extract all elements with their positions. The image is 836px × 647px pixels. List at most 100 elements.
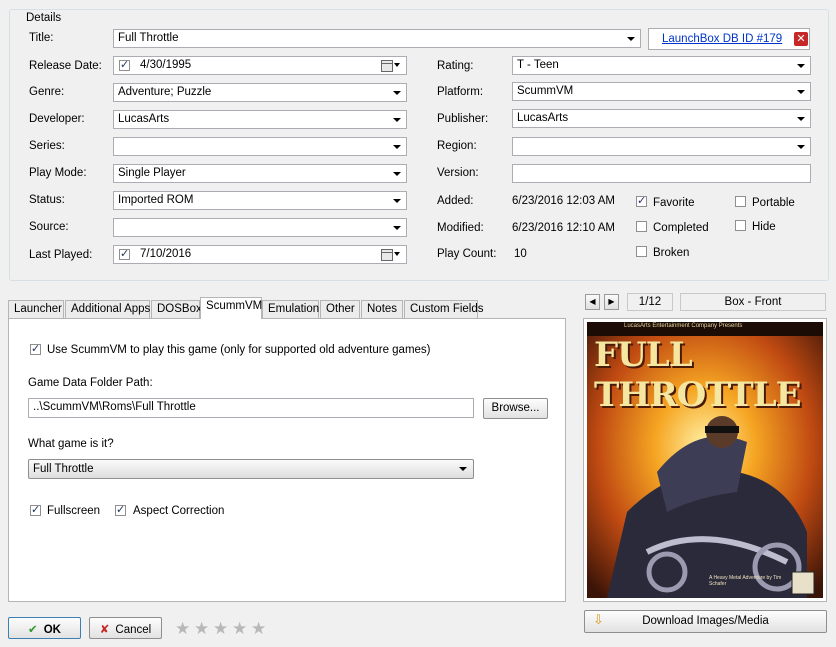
genre-field[interactable]: Adventure; Puzzle — [113, 83, 407, 102]
chevron-down-icon — [459, 467, 467, 471]
genre-value: Adventure; Puzzle — [118, 86, 212, 98]
star-2-icon[interactable]: ★ — [194, 619, 209, 639]
platform-label: Platform: — [437, 86, 484, 98]
play-mode-value: Single Player — [118, 167, 186, 179]
scummvm-panel: Use ScummVM to play this game (only for … — [8, 318, 566, 602]
favorite-checkbox[interactable] — [636, 194, 647, 207]
platform-field[interactable]: ScummVM — [512, 82, 811, 101]
star-4-icon[interactable]: ★ — [232, 619, 247, 639]
status-label: Status: — [29, 194, 65, 206]
release-date-value: 4/30/1995 — [140, 59, 192, 71]
release-date-dropdown-icon[interactable] — [394, 63, 400, 67]
play-mode-label: Play Mode: — [29, 167, 87, 179]
clear-db-id-icon[interactable]: ✕ — [794, 32, 808, 46]
use-scummvm-label: Use ScummVM to play this game (only for … — [47, 344, 431, 356]
region-label: Region: — [437, 140, 477, 152]
completed-checkbox[interactable] — [636, 221, 647, 232]
release-date-field[interactable]: 4/30/1995 — [113, 56, 407, 75]
portable-checkbox[interactable] — [735, 196, 746, 207]
publisher-value: LucasArts — [517, 112, 569, 124]
which-game-value: Full Throttle — [33, 463, 94, 475]
tab-emulation[interactable]: Emulation — [262, 300, 319, 318]
play-count-label: Play Count: — [437, 248, 497, 260]
star-1-icon[interactable]: ★ — [175, 619, 190, 639]
boxart-tagline: A Heavy Metal Adventure by Tim Schafer — [709, 575, 782, 587]
launchbox-db-link[interactable]: LaunchBox DB ID #179 — [662, 33, 782, 45]
db-link-box: LaunchBox DB ID #179 ✕ — [648, 28, 810, 50]
previous-image-button[interactable]: ◀ — [585, 294, 600, 310]
boxart-logo: FULL THROTTLE — [594, 335, 802, 415]
last-played-checkbox[interactable] — [119, 247, 130, 260]
hide-label: Hide — [752, 221, 776, 233]
game-data-folder-input[interactable]: ..\ScummVM\Roms\Full Throttle — [28, 398, 474, 418]
which-game-select[interactable]: Full Throttle — [28, 459, 474, 479]
last-played-label: Last Played: — [29, 249, 93, 261]
developer-field[interactable]: LucasArts — [113, 110, 407, 129]
status-field[interactable]: Imported ROM — [113, 191, 407, 210]
version-label: Version: — [437, 167, 479, 179]
play-mode-field[interactable]: Single Player — [113, 164, 407, 183]
game-data-folder-value: ..\ScummVM\Roms\Full Throttle — [33, 401, 196, 413]
added-label: Added: — [437, 195, 474, 207]
broken-label: Broken — [653, 247, 690, 259]
last-played-dropdown-icon[interactable] — [394, 252, 400, 256]
tab-other[interactable]: Other — [320, 300, 360, 318]
aspect-correction-checkbox[interactable] — [115, 503, 126, 516]
portable-label: Portable — [752, 197, 795, 209]
modified-label: Modified: — [437, 222, 484, 234]
last-played-field[interactable]: 7/10/2016 — [113, 245, 407, 264]
added-value: 6/23/2016 12:03 AM — [512, 195, 615, 207]
tab-launcher[interactable]: Launcher — [8, 300, 64, 318]
fullscreen-label: Fullscreen — [47, 505, 101, 517]
star-5-icon[interactable]: ★ — [251, 619, 266, 639]
modified-value: 6/23/2016 12:10 AM — [512, 222, 615, 234]
checkmark-icon: ✔ — [28, 622, 38, 636]
arrow-right-icon: ▶ — [608, 297, 615, 306]
boxart-publisher-line: LucasArts Entertainment Company Presents — [624, 323, 743, 329]
ok-label: OK — [43, 624, 61, 636]
title-label: Title: — [29, 32, 54, 44]
download-media-button[interactable]: ⇩ Download Images/Media — [584, 610, 827, 633]
tab-dosbox[interactable]: DOSBox — [151, 300, 202, 318]
browse-button[interactable]: Browse... — [483, 398, 548, 419]
series-label: Series: — [29, 140, 65, 152]
release-date-checkbox[interactable] — [119, 58, 130, 71]
download-icon: ⇩ — [593, 613, 604, 628]
cancel-button[interactable]: ✘ Cancel — [89, 617, 162, 639]
hide-checkbox[interactable] — [735, 220, 746, 231]
star-3-icon[interactable]: ★ — [213, 619, 228, 639]
developer-value: LucasArts — [118, 113, 170, 125]
region-field[interactable] — [512, 137, 811, 156]
calendar-icon[interactable] — [381, 249, 393, 261]
fullscreen-checkbox[interactable] — [30, 503, 41, 516]
ok-button[interactable]: ✔ OK — [8, 617, 81, 639]
tab-notes[interactable]: Notes — [361, 300, 403, 318]
version-field[interactable] — [512, 164, 811, 183]
details-group-title: Details — [23, 12, 65, 24]
use-scummvm-checkbox[interactable] — [30, 342, 41, 355]
tab-additional-apps[interactable]: Additional Apps — [65, 300, 150, 318]
favorite-label: Favorite — [653, 197, 695, 209]
completed-label: Completed — [653, 222, 709, 234]
title-value: Full Throttle — [118, 32, 179, 44]
rating-field[interactable]: T - Teen — [512, 56, 811, 75]
cancel-x-icon: ✘ — [99, 622, 110, 636]
source-field[interactable] — [113, 218, 407, 237]
next-image-button[interactable]: ▶ — [604, 294, 619, 310]
which-game-label: What game is it? — [28, 438, 114, 450]
publisher-label: Publisher: — [437, 113, 489, 125]
image-type-label[interactable]: Box - Front — [680, 293, 826, 311]
publisher-field[interactable]: LucasArts — [512, 109, 811, 128]
calendar-icon[interactable] — [381, 60, 393, 72]
series-field[interactable] — [113, 137, 407, 156]
broken-checkbox[interactable] — [636, 246, 647, 257]
tab-scummvm[interactable]: ScummVM — [200, 297, 262, 319]
genre-label: Genre: — [29, 86, 65, 98]
tab-custom-fields[interactable]: Custom Fields — [404, 300, 484, 318]
rating-value: T - Teen — [517, 59, 559, 71]
last-played-value: 7/10/2016 — [140, 248, 192, 260]
title-field[interactable]: Full Throttle — [113, 29, 641, 48]
status-value: Imported ROM — [118, 194, 194, 206]
play-count-value: 10 — [514, 248, 527, 260]
game-data-folder-label: Game Data Folder Path: — [28, 377, 153, 389]
